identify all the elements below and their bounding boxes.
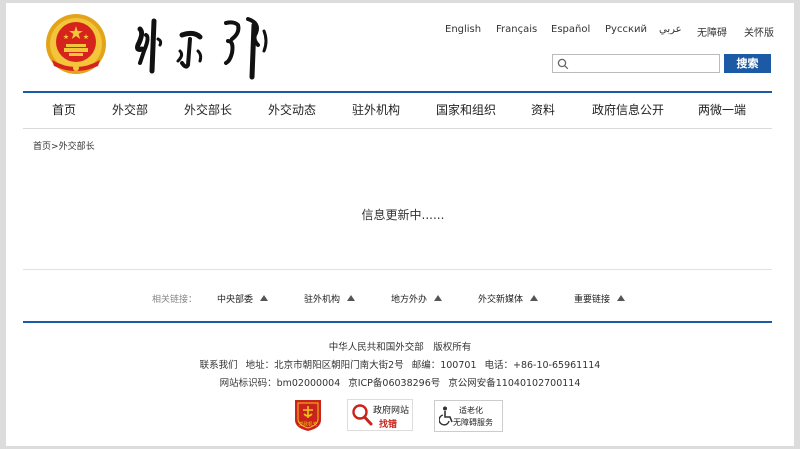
- search-input[interactable]: [571, 56, 717, 71]
- footer-site-code: 网站标识码：bm02000004: [219, 378, 341, 389]
- footer-phone: 电话：+86-10-65961114: [484, 360, 601, 371]
- caret-up-icon: [617, 295, 626, 301]
- accessibility-service-badge[interactable]: 适老化 无障碍服务: [434, 400, 503, 432]
- breadcrumb-home-link[interactable]: 首页: [33, 142, 51, 152]
- caret-up-icon: [260, 295, 269, 301]
- ministry-calligraphy-logo-icon[interactable]: [128, 11, 278, 81]
- lang-spanish-link[interactable]: Español: [551, 24, 590, 35]
- lang-french-link[interactable]: Français: [496, 24, 537, 35]
- footer-police-link[interactable]: 京公网安备11040102700114: [448, 378, 580, 389]
- elderly-care-link[interactable]: 关怀版: [744, 24, 774, 39]
- caret-up-icon: [347, 295, 356, 301]
- breadcrumb: 首页>外交部长: [33, 139, 95, 152]
- related-link-important-links[interactable]: 重要链接: [574, 292, 626, 305]
- national-emblem-icon[interactable]: [44, 12, 108, 76]
- related-link-label: 驻外机构: [304, 295, 341, 305]
- lang-arabic-link[interactable]: عربي: [659, 24, 682, 35]
- nav-item-ministry[interactable]: 外交部: [112, 101, 148, 118]
- accessibility-badge-line2: 无障碍服务: [453, 418, 493, 427]
- related-link-label: 重要链接: [574, 295, 611, 305]
- footer-postcode: 邮编：100701: [411, 360, 477, 371]
- related-links-label: 相关链接：: [152, 295, 198, 305]
- breadcrumb-separator: >: [51, 142, 59, 152]
- footer-copyright: 中华人民共和国外交部 版权所有: [328, 342, 472, 353]
- nav-item-countries-regions[interactable]: 国家和组织: [436, 101, 496, 118]
- caret-up-icon: [530, 295, 539, 301]
- related-link-label: 外交新媒体: [478, 295, 524, 305]
- nav-bottom-border: [23, 128, 772, 129]
- gov-site-badge-line1: 政府网站: [373, 406, 410, 416]
- party-government-org-badge-icon[interactable]: 党政机关: [293, 398, 323, 432]
- magnifier-icon: [352, 404, 373, 426]
- accessibility-badge-line1: 适老化: [459, 406, 483, 415]
- update-message: 信息更新中......: [361, 208, 445, 222]
- footer-registration-line: 网站标识码：bm02000004 京ICP备06038296号 京公网安备11040…: [6, 375, 794, 389]
- related-link-label: 中央部委: [217, 295, 254, 305]
- nav-item-gov-info-disclosure[interactable]: 政府信息公开: [592, 101, 664, 118]
- related-link-missions-overseas[interactable]: 驻外机构: [304, 292, 356, 305]
- nav-item-home[interactable]: 首页: [52, 101, 76, 118]
- search-button[interactable]: 搜索: [724, 54, 771, 73]
- lang-russian-link[interactable]: Русский: [605, 24, 647, 35]
- party-org-badge-label: 党政机关: [299, 421, 318, 428]
- footer-top-border: [23, 321, 772, 323]
- related-link-central-ministries[interactable]: 中央部委: [217, 292, 269, 305]
- related-link-local-foreign-affairs[interactable]: 地方外办: [391, 292, 443, 305]
- nav-item-minister[interactable]: 外交部长: [184, 101, 232, 118]
- related-link-new-media[interactable]: 外交新媒体: [478, 292, 539, 305]
- footer-icp-link[interactable]: 京ICP备06038296号: [348, 378, 440, 389]
- footer-address: 地址：北京市朝阳区朝阳门南大街2号: [245, 360, 404, 371]
- nav-item-resources[interactable]: 资料: [531, 101, 555, 118]
- caret-up-icon: [434, 295, 443, 301]
- nav-top-border: [23, 91, 772, 93]
- footer-contact-link[interactable]: 联系我们: [200, 360, 238, 371]
- lang-english-link[interactable]: English: [445, 24, 481, 35]
- page: English Français Español Русский عربي 无障…: [6, 3, 794, 446]
- gov-site-error-report-badge[interactable]: 政府网站 找错: [347, 399, 413, 431]
- accessibility-link[interactable]: 无障碍: [697, 24, 727, 39]
- content-divider: [23, 269, 772, 270]
- footer-contact-line: 联系我们 地址：北京市朝阳区朝阳门南大街2号 邮编：100701 电话：+86-10-…: [6, 357, 794, 371]
- language-bar: English Français Español Русский عربي 无障…: [6, 24, 794, 40]
- nav-item-diplomatic-news[interactable]: 外交动态: [268, 101, 316, 118]
- gov-site-badge-line2: 找错: [379, 420, 398, 430]
- search-box: [552, 54, 720, 73]
- related-link-label: 地方外办: [391, 295, 428, 305]
- main-content: 信息更新中......: [6, 206, 794, 223]
- search-icon: [557, 58, 569, 70]
- nav-item-missions-overseas[interactable]: 驻外机构: [352, 101, 400, 118]
- nav-item-social-apps[interactable]: 两微一端: [698, 101, 746, 118]
- breadcrumb-current[interactable]: 外交部长: [59, 142, 95, 152]
